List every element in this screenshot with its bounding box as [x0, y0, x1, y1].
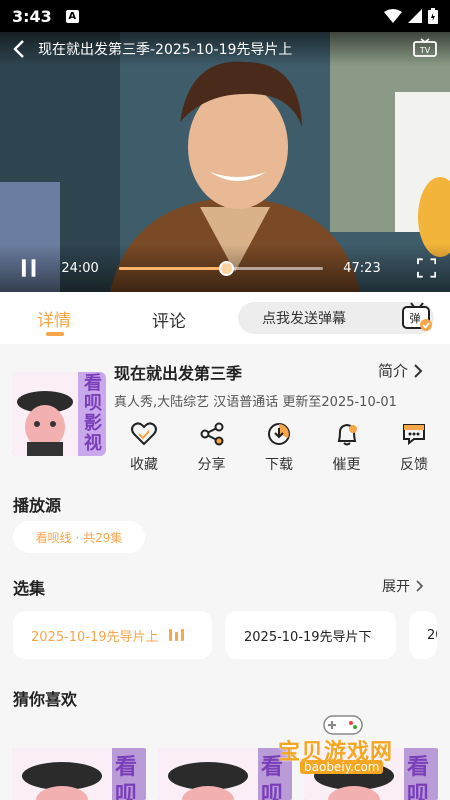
status-icons: [384, 8, 438, 24]
danmu-toggle-icon[interactable]: 弹: [400, 298, 434, 332]
tab-detail[interactable]: 详情: [37, 306, 71, 331]
current-time: 24:00: [61, 260, 99, 276]
progress-bar[interactable]: [118, 260, 324, 276]
video-player[interactable]: 现在就出发第三季-2025-10-19先导片上 TV 24:00 47:23: [0, 32, 450, 292]
recommend-card-2[interactable]: 看呗: [158, 748, 292, 800]
show-title: 现在就出发第三季: [114, 364, 243, 383]
share-icon: [200, 422, 223, 446]
download-button[interactable]: 下载: [249, 422, 309, 474]
svg-text:TV: TV: [419, 46, 431, 55]
wifi-icon: [384, 9, 402, 23]
episode-label: 20: [427, 627, 437, 643]
show-poster[interactable]: 看 呗 影 视: [12, 372, 106, 456]
battery-icon: [428, 8, 438, 24]
notification-badge: A: [65, 9, 79, 23]
episode-label: 2025-10-19先导片上: [31, 629, 159, 645]
video-title: 现在就出发第三季-2025-10-19先导片上: [38, 42, 293, 58]
tv-cast-icon[interactable]: TV: [412, 38, 438, 60]
chevron-right-icon: [414, 363, 423, 378]
gamepad-icon: [323, 715, 363, 735]
download-label: 下载: [265, 457, 293, 473]
feedback-icon: [403, 424, 425, 446]
bell-icon: [337, 423, 357, 446]
feedback-button[interactable]: 反馈: [384, 422, 444, 474]
source-chip-label: 看呗线 · 共29集: [35, 530, 123, 545]
episode-card-2[interactable]: 2025-10-19先导片下: [225, 611, 396, 659]
remind-update-button[interactable]: 催更: [317, 422, 377, 474]
video-controls: 24:00 47:23: [0, 244, 450, 292]
chevron-right-icon: [416, 580, 424, 592]
action-row: 收藏 分享 下载 催更 反馈: [114, 422, 444, 474]
poster-logo-text: 看 呗 影 视: [84, 373, 102, 454]
fullscreen-icon[interactable]: [416, 258, 436, 278]
recommend-card-1[interactable]: 看呗: [12, 748, 146, 800]
favorite-button[interactable]: 收藏: [114, 422, 174, 474]
intro-label: 简介: [378, 362, 409, 380]
danmu-placeholder: 点我发送弹幕: [262, 311, 346, 327]
share-button[interactable]: 分享: [182, 422, 242, 474]
source-chip[interactable]: 看呗线 · 共29集: [13, 521, 145, 553]
duration: 47:23: [343, 260, 381, 276]
tab-active-indicator: [46, 332, 64, 336]
back-arrow-icon[interactable]: [12, 40, 26, 58]
favorite-label: 收藏: [130, 457, 158, 473]
episode-card-1[interactable]: 2025-10-19先导片上: [13, 611, 212, 659]
share-label: 分享: [197, 457, 226, 473]
pause-icon[interactable]: [20, 258, 37, 278]
expand-label: 展开: [382, 579, 410, 595]
recommend-section-title: 猜你喜欢: [13, 690, 78, 709]
tab-comment[interactable]: 评论: [152, 307, 186, 332]
now-playing-icon: [168, 629, 184, 641]
show-meta: 真人秀,大陆综艺 汉语普通话 更新至2025-10-01: [114, 395, 397, 410]
video-top-bar: 现在就出发第三季-2025-10-19先导片上 TV: [0, 32, 450, 66]
feedback-label: 反馈: [400, 457, 428, 473]
episode-label: 2025-10-19先导片下: [244, 629, 372, 645]
tab-bar: 详情 评论 点我发送弹幕 弹: [0, 292, 450, 344]
heart-icon: [131, 422, 157, 446]
status-time: 3:43: [12, 6, 52, 26]
signal-icon: [408, 9, 422, 23]
danmu-button-label: 弹: [410, 311, 421, 325]
watermark: 宝贝游戏网 baobeiy.com: [278, 712, 418, 780]
show-info: 看 呗 影 视 现在就出发第三季 简介 真人秀,大陆综艺 汉语普通话 更新至20…: [0, 344, 450, 494]
status-bar: 3:43 A: [0, 0, 450, 32]
progress-knob[interactable]: [218, 260, 234, 276]
recommend-poster-text: 看呗: [115, 755, 138, 800]
episode-card-3[interactable]: 20: [409, 611, 437, 659]
progress-fill: [118, 266, 227, 270]
intro-button[interactable]: 简介: [378, 360, 423, 381]
watermark-url: baobeiy.com: [300, 760, 384, 774]
download-icon: [268, 423, 290, 445]
expand-episodes-button[interactable]: 展开: [382, 576, 424, 596]
remind-update-label: 催更: [332, 457, 361, 473]
source-section-title: 播放源: [13, 496, 62, 515]
episode-section-title: 选集: [13, 579, 46, 598]
